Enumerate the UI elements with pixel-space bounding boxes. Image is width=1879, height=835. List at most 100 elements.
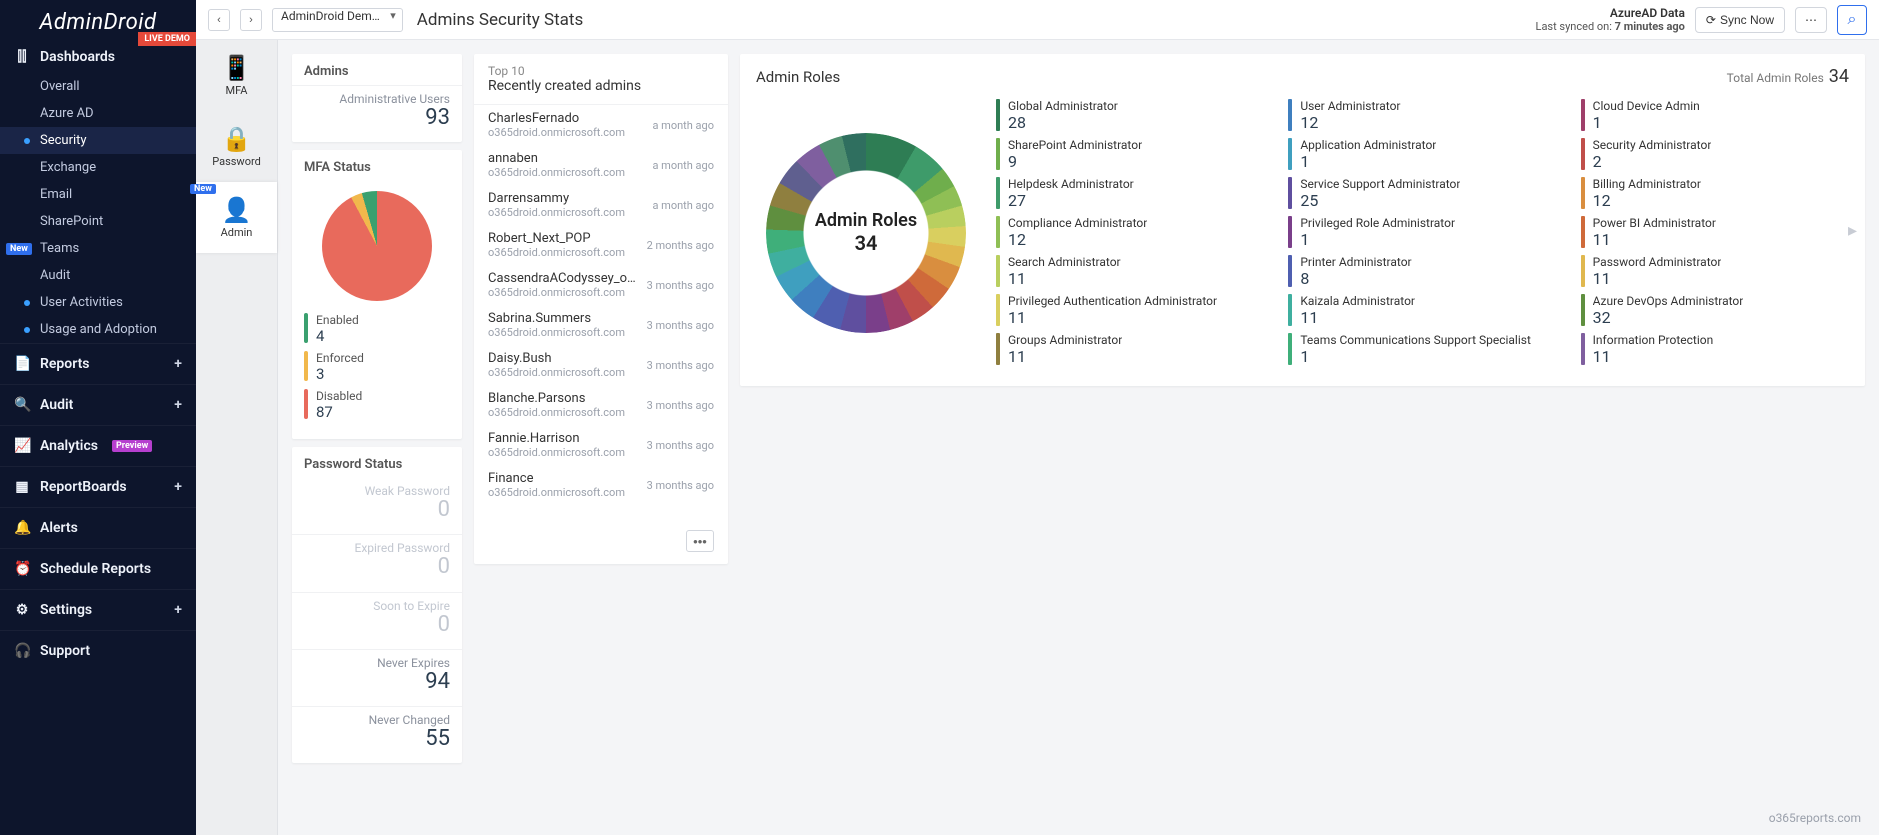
recent-admin-row[interactable]: annabeno365droid.onmicrosoft.coma month … bbox=[474, 145, 728, 185]
role-item[interactable]: Information Protection11 bbox=[1581, 333, 1849, 366]
role-name: Kaizala Administrator bbox=[1300, 294, 1415, 308]
role-name: Billing Administrator bbox=[1593, 177, 1701, 191]
sidebar-item-azure-ad[interactable]: Azure AD bbox=[0, 100, 196, 127]
role-name: Global Administrator bbox=[1008, 99, 1118, 113]
role-item[interactable]: Groups Administrator11 bbox=[996, 333, 1264, 366]
role-name: Cloud Device Admin bbox=[1593, 99, 1700, 113]
nav-back-button[interactable]: ‹ bbox=[208, 9, 230, 31]
nav-section-label: ReportBoards bbox=[40, 479, 127, 495]
password-stat-value: 0 bbox=[304, 555, 450, 579]
role-item[interactable]: Application Administrator1 bbox=[1288, 138, 1556, 171]
recent-more-button[interactable]: ••• bbox=[686, 530, 714, 552]
recent-admin-row[interactable]: CassendraACodyssey_out…o365droid.onmicro… bbox=[474, 265, 728, 305]
recent-admin-name: Robert_Next_POP bbox=[488, 231, 625, 246]
sync-now-button[interactable]: ⟳ Sync Now bbox=[1695, 7, 1785, 33]
sidebar-item-overall[interactable]: Overall bbox=[0, 73, 196, 100]
sync-time: 7 minutes ago bbox=[1615, 20, 1685, 33]
expand-icon: + bbox=[174, 602, 182, 618]
role-name: Search Administrator bbox=[1008, 255, 1121, 269]
recent-admin-time: 3 months ago bbox=[647, 439, 714, 452]
recent-admin-time: 3 months ago bbox=[647, 399, 714, 412]
search-button[interactable]: ⌕ bbox=[1837, 5, 1867, 35]
role-item[interactable]: SharePoint Administrator9 bbox=[996, 138, 1264, 171]
role-item[interactable]: Service Support Administrator25 bbox=[1288, 177, 1556, 210]
mfa-legend-item: Enforced3 bbox=[304, 351, 450, 383]
mfa-icon: 📱 bbox=[200, 54, 273, 82]
nav-reportboards[interactable]: ▦ReportBoards+ bbox=[0, 471, 196, 503]
role-item[interactable]: Teams Communications Support Specialist1 bbox=[1288, 333, 1556, 366]
role-item[interactable]: Security Administrator2 bbox=[1581, 138, 1849, 171]
recent-admin-row[interactable]: CharlesFernadoo365droid.onmicrosoft.coma… bbox=[474, 105, 728, 145]
role-color-icon bbox=[1581, 333, 1585, 365]
role-name: Security Administrator bbox=[1593, 138, 1712, 152]
password-stat-value: 0 bbox=[304, 613, 450, 637]
role-item[interactable]: Printer Administrator8 bbox=[1288, 255, 1556, 288]
sidebar-item-security[interactable]: Security bbox=[0, 127, 196, 154]
role-color-icon bbox=[996, 294, 1000, 326]
nav-support[interactable]: 🎧Support bbox=[0, 635, 196, 667]
sidebar-item-exchange[interactable]: Exchange bbox=[0, 154, 196, 181]
recent-admin-time: 3 months ago bbox=[647, 279, 714, 292]
recent-admin-domain: o365droid.onmicrosoft.com bbox=[488, 366, 625, 379]
tenant-selector[interactable]: AdminDroid Dem… bbox=[272, 8, 403, 32]
expand-icon: + bbox=[174, 479, 182, 495]
rail-item-admin[interactable]: New👤Admin bbox=[196, 182, 277, 253]
role-item[interactable]: Cloud Device Admin1 bbox=[1581, 99, 1849, 132]
role-item[interactable]: Billing Administrator12 bbox=[1581, 177, 1849, 210]
role-count: 12 bbox=[1300, 113, 1400, 132]
recent-admin-row[interactable]: Robert_Next_POPo365droid.onmicrosoft.com… bbox=[474, 225, 728, 265]
role-item[interactable]: Azure DevOps Administrator32 bbox=[1581, 294, 1849, 327]
sidebar-item-sharepoint[interactable]: SharePoint bbox=[0, 208, 196, 235]
role-item[interactable]: Search Administrator11 bbox=[996, 255, 1264, 288]
sidebar-item-usage-and-adoption[interactable]: Usage and Adoption bbox=[0, 316, 196, 343]
recent-admin-row[interactable]: Financeo365droid.onmicrosoft.com3 months… bbox=[474, 465, 728, 505]
recent-title: Recently created admins bbox=[488, 78, 714, 94]
sidebar-item-email[interactable]: Email bbox=[0, 181, 196, 208]
role-count: 28 bbox=[1008, 113, 1118, 132]
recent-admin-row[interactable]: Sabrina.Summerso365droid.onmicrosoft.com… bbox=[474, 305, 728, 345]
search-icon: ⌕ bbox=[1848, 11, 1857, 29]
roles-next-button[interactable]: ▸ bbox=[1848, 220, 1857, 241]
role-item[interactable]: Password Administrator11 bbox=[1581, 255, 1849, 288]
sidebar-item-audit[interactable]: Audit bbox=[0, 262, 196, 289]
nav-reports[interactable]: 📄Reports+ bbox=[0, 348, 196, 380]
nav-forward-button[interactable]: › bbox=[240, 9, 262, 31]
role-name: Application Administrator bbox=[1300, 138, 1436, 152]
sync-icon: ⟳ bbox=[1706, 13, 1716, 27]
legend-value: 3 bbox=[316, 365, 364, 383]
nav-alerts[interactable]: 🔔Alerts bbox=[0, 512, 196, 544]
nav-analytics[interactable]: 📈AnalyticsPreview bbox=[0, 430, 196, 462]
role-color-icon bbox=[1581, 294, 1585, 326]
role-item[interactable]: Compliance Administrator12 bbox=[996, 216, 1264, 249]
roles-total-value: 34 bbox=[1829, 66, 1849, 87]
nav-settings[interactable]: ⚙Settings+ bbox=[0, 594, 196, 626]
alerts-icon: 🔔 bbox=[14, 520, 30, 536]
role-item[interactable]: User Administrator12 bbox=[1288, 99, 1556, 132]
recent-admin-row[interactable]: Daisy.Busho365droid.onmicrosoft.com3 mon… bbox=[474, 345, 728, 385]
role-name: Printer Administrator bbox=[1300, 255, 1411, 269]
roles-donut-title: Admin Roles bbox=[815, 210, 917, 231]
nav-schedule-reports[interactable]: ⏰Schedule Reports bbox=[0, 553, 196, 585]
password-stat-row: Never Expires94 bbox=[292, 649, 462, 706]
rail-item-password[interactable]: 🔒Password bbox=[196, 111, 277, 182]
role-name: Azure DevOps Administrator bbox=[1593, 294, 1744, 308]
sidebar-item-label: Security bbox=[40, 133, 87, 148]
recent-admin-row[interactable]: Blanche.Parsonso365droid.onmicrosoft.com… bbox=[474, 385, 728, 425]
recent-admin-row[interactable]: Darrensammyo365droid.onmicrosoft.coma mo… bbox=[474, 185, 728, 225]
rail-item-mfa[interactable]: 📱MFA bbox=[196, 40, 277, 111]
role-item[interactable]: Privileged Role Administrator1 bbox=[1288, 216, 1556, 249]
role-color-icon bbox=[996, 333, 1000, 365]
role-count: 11 bbox=[1008, 347, 1122, 366]
role-item[interactable]: Kaizala Administrator11 bbox=[1288, 294, 1556, 327]
role-item[interactable]: Helpdesk Administrator27 bbox=[996, 177, 1264, 210]
recent-admin-row[interactable]: Fannie.Harrisono365droid.onmicrosoft.com… bbox=[474, 425, 728, 465]
role-item[interactable]: Power BI Administrator11 bbox=[1581, 216, 1849, 249]
sidebar-item-user-activities[interactable]: User Activities bbox=[0, 289, 196, 316]
nav-audit[interactable]: 🔍Audit+ bbox=[0, 389, 196, 421]
sidebar-item-teams[interactable]: NewTeams bbox=[0, 235, 196, 262]
role-item[interactable]: Privileged Authentication Administrator1… bbox=[996, 294, 1264, 327]
reports-icon: 📄 bbox=[14, 356, 30, 372]
password-stat-label: Soon to Expire bbox=[304, 599, 450, 613]
role-item[interactable]: Global Administrator28 bbox=[996, 99, 1264, 132]
more-button[interactable]: ⋯ bbox=[1795, 7, 1827, 33]
